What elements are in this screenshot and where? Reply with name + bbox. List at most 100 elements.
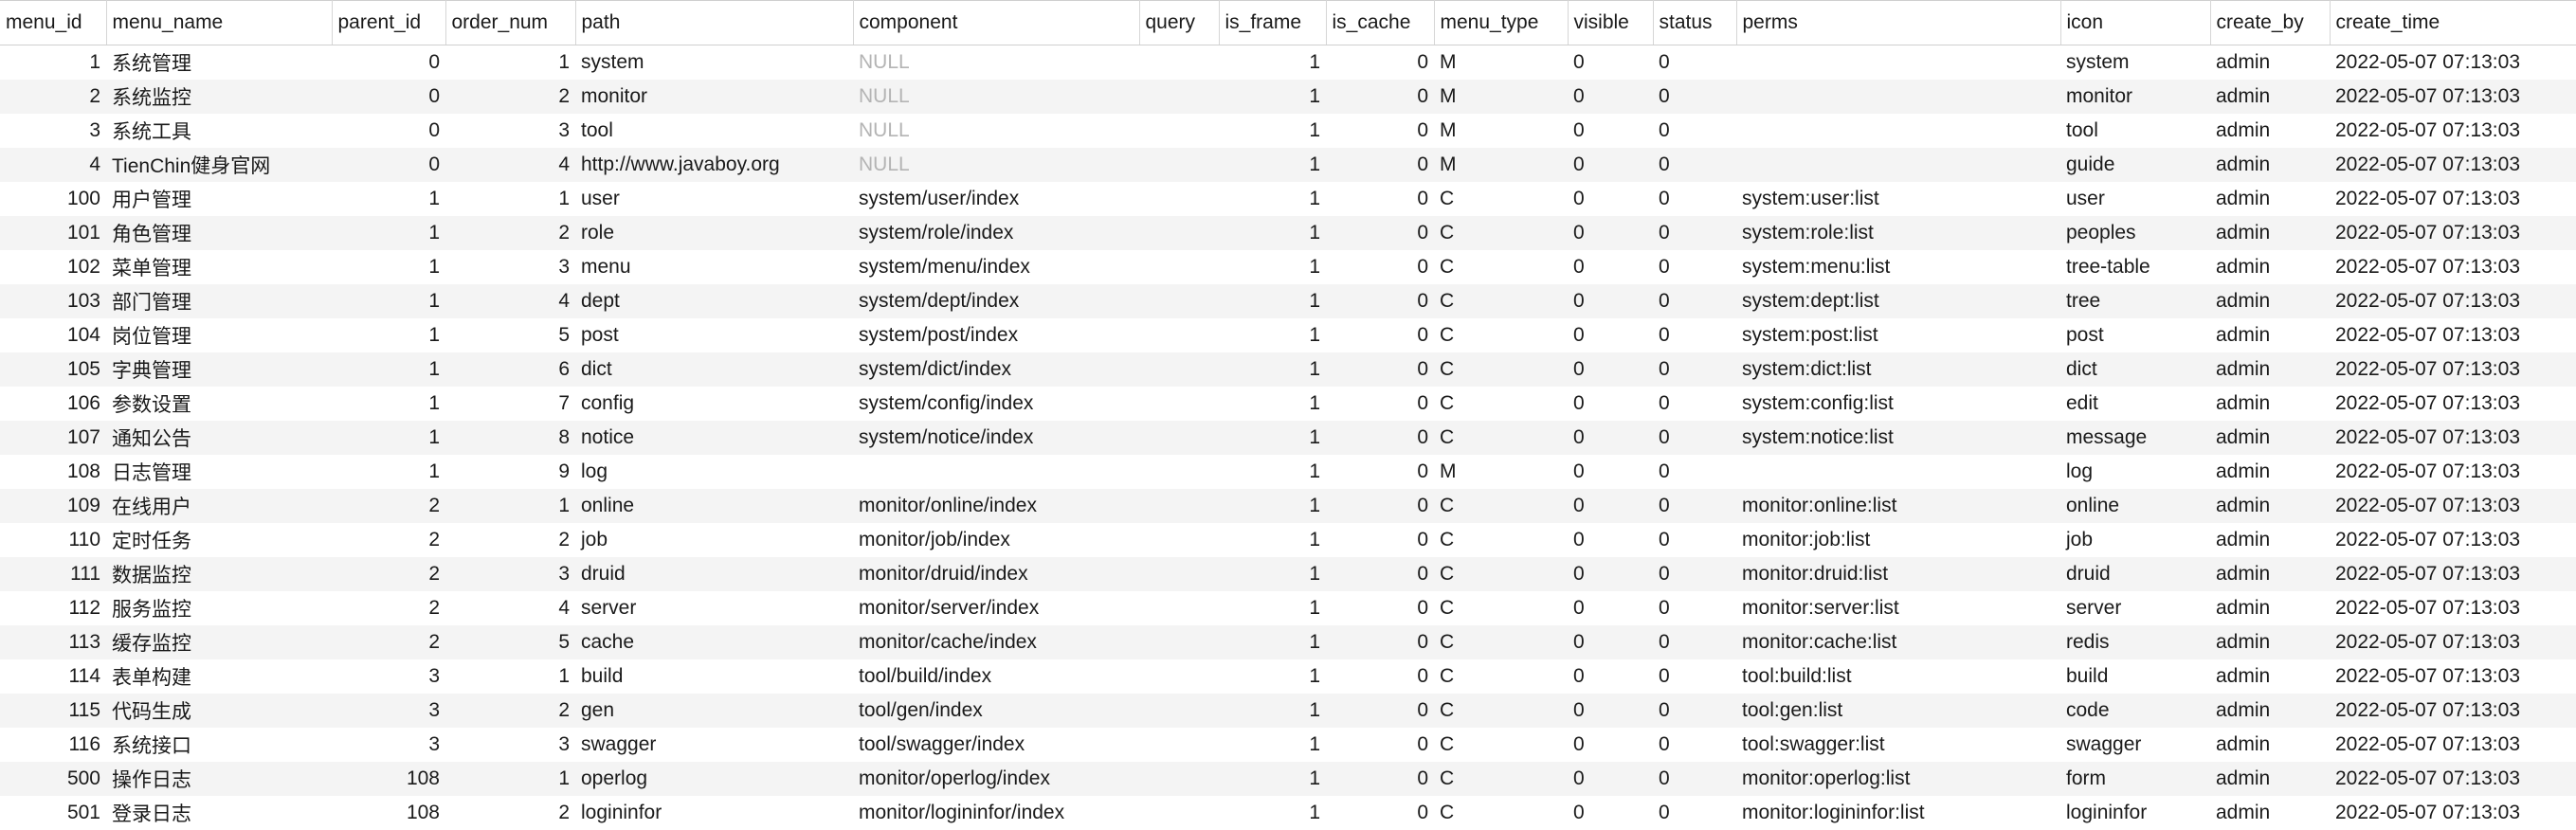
cell-menu-type[interactable]: M (1434, 114, 1568, 148)
cell-component[interactable]: NULL (853, 114, 1139, 148)
cell-path[interactable]: server (575, 591, 853, 625)
cell-visible[interactable]: 0 (1568, 728, 1653, 762)
cell-component[interactable]: system/notice/index (853, 421, 1139, 455)
cell-path[interactable]: swagger (575, 728, 853, 762)
cell-icon[interactable]: logininfor (2060, 796, 2210, 830)
cell-create-time[interactable]: 2022-05-07 07:13:03 (2330, 523, 2576, 557)
cell-menu-id[interactable]: 110 (0, 523, 106, 557)
cell-component[interactable]: monitor/job/index (853, 523, 1139, 557)
cell-menu-id[interactable]: 109 (0, 489, 106, 523)
cell-query[interactable] (1139, 523, 1219, 557)
cell-query[interactable] (1139, 318, 1219, 352)
column-header-parent-id[interactable]: parent_id (332, 0, 446, 45)
cell-create-time[interactable]: 2022-05-07 07:13:03 (2330, 762, 2576, 796)
cell-icon[interactable]: druid (2060, 557, 2210, 591)
cell-create-time[interactable]: 2022-05-07 07:13:03 (2330, 45, 2576, 80)
cell-order-num[interactable]: 1 (445, 659, 575, 694)
cell-order-num[interactable]: 5 (445, 625, 575, 659)
cell-order-num[interactable]: 9 (445, 455, 575, 489)
cell-path[interactable]: dept (575, 284, 853, 318)
column-header-perms[interactable]: perms (1736, 0, 2061, 45)
cell-path[interactable]: system (575, 45, 853, 80)
cell-visible[interactable]: 0 (1568, 625, 1653, 659)
table-row[interactable]: 4 TienChin健身官网 0 4 http://www.javaboy.org NUL… (0, 147, 2576, 182)
cell-create-time[interactable]: 2022-05-07 07:13:03 (2330, 694, 2576, 728)
cell-is-frame[interactable]: 1 (1219, 557, 1326, 591)
cell-create-by[interactable]: admin (2210, 80, 2330, 114)
table-row[interactable]: 108 日志管理 1 9 log 1 0 M 0 0 log admin 2022-05-07 07:1… (0, 454, 2576, 489)
cell-visible[interactable]: 0 (1568, 421, 1653, 455)
cell-perms[interactable]: tool:gen:list (1736, 694, 2060, 728)
cell-query[interactable] (1139, 250, 1219, 284)
cell-menu-id[interactable]: 4 (0, 148, 106, 182)
cell-menu-id[interactable]: 112 (0, 591, 106, 625)
cell-is-frame[interactable]: 1 (1219, 80, 1326, 114)
cell-menu-type[interactable]: C (1434, 557, 1568, 591)
cell-is-cache[interactable]: 0 (1326, 694, 1434, 728)
cell-order-num[interactable]: 1 (445, 762, 575, 796)
cell-create-by[interactable]: admin (2210, 45, 2330, 80)
cell-parent-id[interactable]: 2 (332, 591, 445, 625)
cell-menu-type[interactable]: C (1434, 284, 1568, 318)
cell-query[interactable] (1139, 762, 1219, 796)
cell-icon[interactable]: tree (2060, 284, 2210, 318)
cell-visible[interactable]: 0 (1568, 455, 1653, 489)
cell-menu-id[interactable]: 500 (0, 762, 106, 796)
cell-is-frame[interactable]: 1 (1219, 694, 1326, 728)
cell-is-frame[interactable]: 1 (1219, 659, 1326, 694)
cell-menu-type[interactable]: C (1434, 182, 1568, 216)
cell-component[interactable]: system/dept/index (853, 284, 1139, 318)
cell-create-by[interactable]: admin (2210, 318, 2330, 352)
cell-status[interactable]: 0 (1653, 694, 1736, 728)
cell-status[interactable]: 0 (1653, 659, 1736, 694)
cell-create-time[interactable]: 2022-05-07 07:13:03 (2330, 284, 2576, 318)
cell-visible[interactable]: 0 (1568, 523, 1653, 557)
cell-parent-id[interactable]: 108 (332, 762, 445, 796)
cell-order-num[interactable]: 4 (445, 148, 575, 182)
cell-icon[interactable]: tool (2060, 114, 2210, 148)
cell-create-by[interactable]: admin (2210, 625, 2330, 659)
cell-is-cache[interactable]: 0 (1326, 352, 1434, 387)
cell-status[interactable]: 0 (1653, 284, 1736, 318)
cell-create-time[interactable]: 2022-05-07 07:13:03 (2330, 625, 2576, 659)
cell-query[interactable] (1139, 796, 1219, 830)
cell-menu-name[interactable]: 字典管理 (106, 352, 332, 387)
cell-create-by[interactable]: admin (2210, 182, 2330, 216)
cell-menu-type[interactable]: C (1434, 318, 1568, 352)
cell-query[interactable] (1139, 216, 1219, 250)
cell-query[interactable] (1139, 421, 1219, 455)
cell-path[interactable]: role (575, 216, 853, 250)
cell-path[interactable]: monitor (575, 80, 853, 114)
cell-path[interactable]: post (575, 318, 853, 352)
cell-menu-name[interactable]: 系统管理 (106, 45, 332, 80)
cell-menu-name[interactable]: 岗位管理 (106, 318, 332, 352)
cell-create-time[interactable]: 2022-05-07 07:13:03 (2330, 318, 2576, 352)
cell-visible[interactable]: 0 (1568, 148, 1653, 182)
cell-component[interactable]: monitor/cache/index (853, 625, 1139, 659)
table-row[interactable]: 116 系统接口 3 3 swagger tool/swagger/index 1 0 C 0 0 t… (0, 727, 2576, 762)
cell-create-time[interactable]: 2022-05-07 07:13:03 (2330, 182, 2576, 216)
cell-component[interactable]: tool/gen/index (853, 694, 1139, 728)
cell-icon[interactable]: dict (2060, 352, 2210, 387)
table-row[interactable]: 2 系统监控 0 2 monitor NULL 1 0 M 0 0 monitor admin 2022-… (0, 79, 2576, 114)
cell-create-time[interactable]: 2022-05-07 07:13:03 (2330, 80, 2576, 114)
cell-is-frame[interactable]: 1 (1219, 284, 1326, 318)
table-row[interactable]: 103 部门管理 1 4 dept system/dept/index 1 0 C 0 0 syste… (0, 283, 2576, 318)
cell-parent-id[interactable]: 0 (332, 114, 445, 148)
cell-create-by[interactable]: admin (2210, 591, 2330, 625)
cell-query[interactable] (1139, 591, 1219, 625)
cell-menu-name[interactable]: 通知公告 (106, 421, 332, 455)
cell-perms[interactable] (1736, 114, 2060, 148)
cell-component[interactable] (853, 455, 1139, 489)
cell-visible[interactable]: 0 (1568, 80, 1653, 114)
cell-icon[interactable]: code (2060, 694, 2210, 728)
cell-is-cache[interactable]: 0 (1326, 762, 1434, 796)
cell-create-by[interactable]: admin (2210, 387, 2330, 421)
cell-path[interactable]: notice (575, 421, 853, 455)
cell-is-frame[interactable]: 1 (1219, 352, 1326, 387)
cell-perms[interactable] (1736, 45, 2060, 80)
cell-menu-name[interactable]: 系统工具 (106, 114, 332, 148)
cell-is-cache[interactable]: 0 (1326, 387, 1434, 421)
cell-perms[interactable]: monitor:cache:list (1736, 625, 2060, 659)
cell-create-time[interactable]: 2022-05-07 07:13:03 (2330, 659, 2576, 694)
